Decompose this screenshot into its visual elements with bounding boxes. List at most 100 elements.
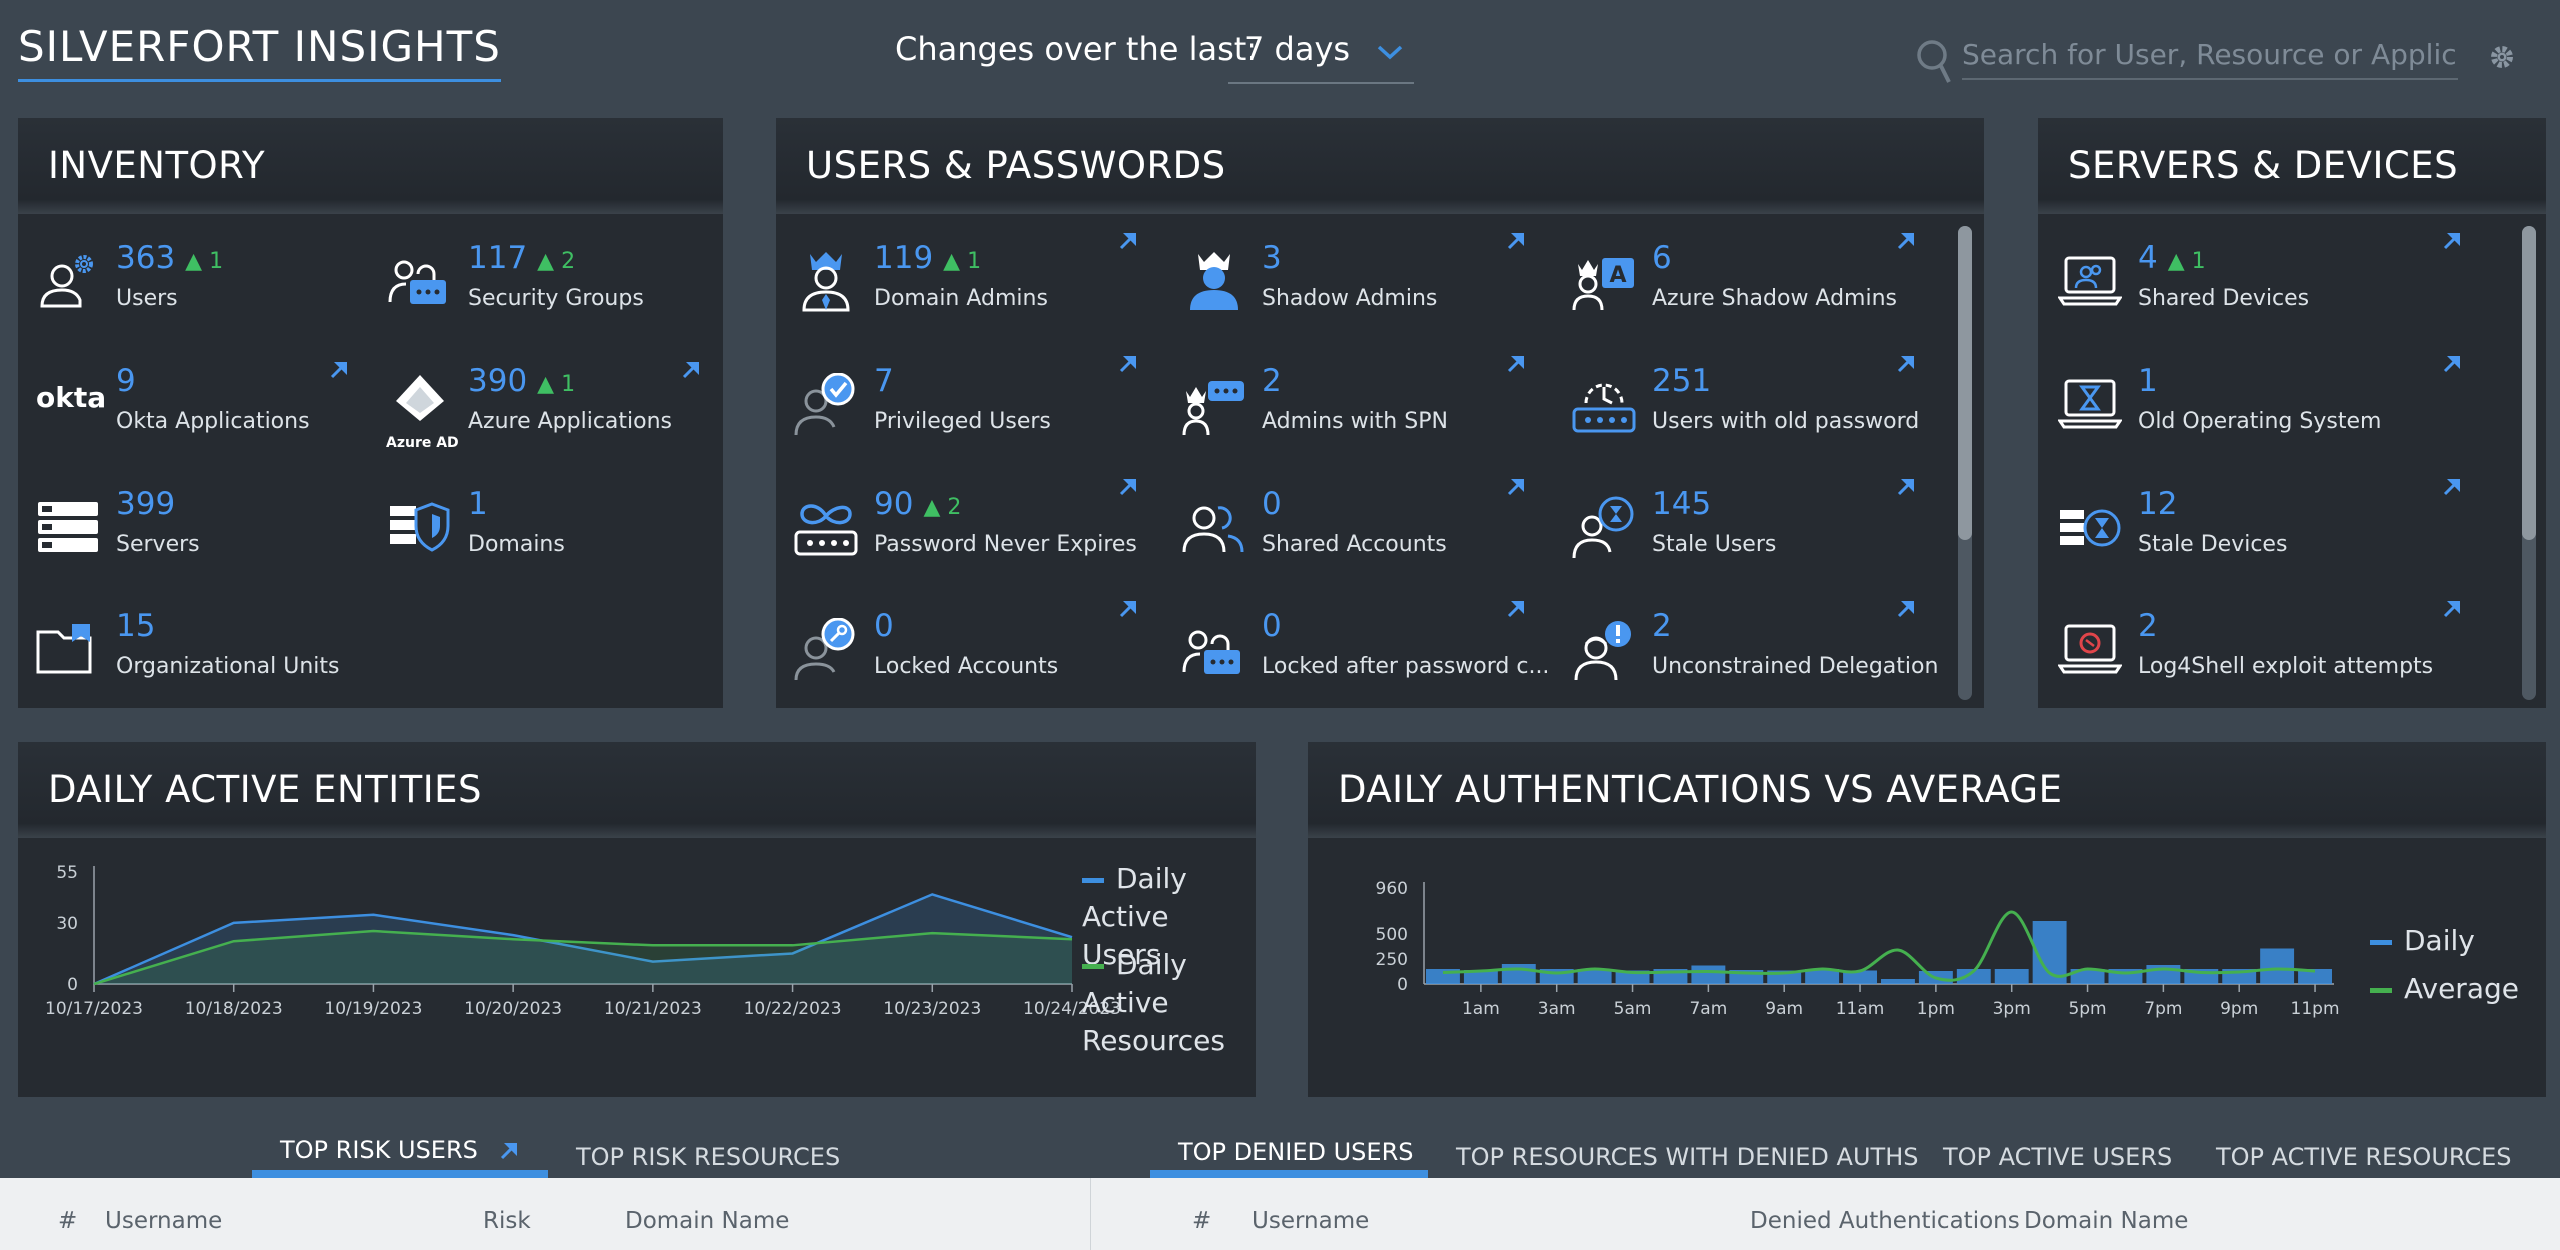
tile-users-with-old-password[interactable]: 251 Users with old password bbox=[1572, 356, 1919, 473]
tile-label: Locked after password c... bbox=[1262, 654, 1550, 679]
tab-top-active-resources[interactable]: TOP ACTIVE RESOURCES bbox=[2216, 1143, 2512, 1181]
tab-top-risk-users[interactable]: TOP RISK USERS bbox=[280, 1136, 518, 1174]
tile-value: 251 bbox=[1652, 363, 1712, 399]
expand-arrow-icon[interactable] bbox=[1897, 355, 1915, 373]
expand-arrow-icon[interactable] bbox=[1507, 355, 1525, 373]
search-input[interactable] bbox=[1962, 30, 2458, 80]
tab-top-risk-resources[interactable]: TOP RISK RESOURCES bbox=[576, 1143, 840, 1181]
tile-domains[interactable]: 1 Domains bbox=[388, 486, 718, 596]
expand-arrow-icon[interactable] bbox=[1507, 600, 1525, 618]
tile-password-never-expires[interactable]: 90 ▲ 2 Password Never Expires bbox=[794, 479, 1137, 596]
column-header-risk[interactable]: Risk bbox=[483, 1208, 531, 1234]
tile-servers[interactable]: 399 Servers bbox=[36, 486, 366, 596]
x-tick-label: 9am bbox=[1765, 999, 1803, 1019]
tile-azure-applications[interactable]: Azure AD 390 ▲ 1 Azure Applications bbox=[386, 361, 718, 473]
column-header-denied-authentications[interactable]: Denied Authentications bbox=[1750, 1208, 2020, 1234]
tile-locked-accounts[interactable]: 0 Locked Accounts bbox=[794, 601, 1136, 718]
azure-ad-logo-text: Azure AD bbox=[386, 435, 459, 451]
stale-user-icon bbox=[1572, 496, 1634, 559]
expand-arrow-icon[interactable] bbox=[1897, 600, 1915, 618]
tile-okta-applications[interactable]: okta 9 Okta Applications bbox=[36, 361, 366, 473]
expand-arrow-icon[interactable] bbox=[330, 361, 348, 379]
column-header-domain-name[interactable]: Domain Name bbox=[2024, 1208, 2188, 1234]
tile-label: Shared Devices bbox=[2138, 286, 2310, 311]
x-tick-label: 10/22/2023 bbox=[744, 999, 842, 1019]
tile-security-groups[interactable]: 117 ▲ 2 Security Groups bbox=[388, 240, 718, 350]
tile-organizational-units[interactable]: 15 Organizational Units bbox=[36, 608, 366, 718]
tile-label: Domain Admins bbox=[874, 286, 1048, 311]
tile-privileged-users[interactable]: 7 Privileged Users bbox=[794, 356, 1136, 473]
tile-unconstrained-delegation[interactable]: 2 Unconstrained Delegation bbox=[1572, 601, 1938, 718]
column-header-username[interactable]: Username bbox=[1252, 1208, 1369, 1234]
x-tick-label: 10/19/2023 bbox=[324, 999, 422, 1019]
expand-arrow-icon[interactable] bbox=[1507, 478, 1525, 496]
search-icon[interactable] bbox=[1915, 38, 1955, 86]
tile-value: 1 bbox=[2138, 363, 2158, 399]
tile-label: Azure Shadow Admins bbox=[1652, 286, 1898, 311]
tile-label: Password Never Expires bbox=[874, 532, 1137, 557]
azure-shadow-admin-icon: A bbox=[1572, 258, 1634, 311]
panel-scrollbar[interactable] bbox=[2522, 226, 2536, 700]
tile-label: Servers bbox=[116, 532, 200, 557]
expand-arrow-icon[interactable] bbox=[2443, 355, 2461, 373]
expand-arrow-icon[interactable] bbox=[2443, 478, 2461, 496]
x-tick-label: 11am bbox=[1836, 999, 1885, 1019]
y-tick-label: 30 bbox=[56, 914, 78, 934]
tile-label: Okta Applications bbox=[116, 409, 310, 434]
expand-arrow-icon[interactable] bbox=[682, 361, 700, 379]
expand-arrow-icon[interactable] bbox=[2443, 232, 2461, 250]
privileged-user-icon bbox=[794, 373, 855, 436]
column-header-number[interactable]: # bbox=[1192, 1208, 1211, 1234]
tile-value: 145 bbox=[1652, 486, 1712, 522]
tile-value: 4 bbox=[2138, 240, 2158, 276]
expand-arrow-icon[interactable] bbox=[1897, 478, 1915, 496]
expand-arrow-icon[interactable] bbox=[1119, 232, 1137, 250]
tile-shared-devices[interactable]: 4 ▲ 1 Shared Devices bbox=[2058, 233, 2460, 350]
expand-arrow-icon[interactable] bbox=[1119, 478, 1137, 496]
expand-arrow-icon[interactable] bbox=[500, 1142, 518, 1160]
panel-scrollbar[interactable] bbox=[1958, 226, 1972, 700]
x-tick-label: 1pm bbox=[1917, 999, 1955, 1019]
settings-gear-icon[interactable] bbox=[2487, 42, 2517, 72]
tile-shadow-admins[interactable]: 3 Shadow Admins bbox=[1182, 233, 1524, 350]
expand-arrow-icon[interactable] bbox=[1897, 232, 1915, 250]
tile-value: 2 bbox=[1262, 363, 1282, 399]
tile-azure-shadow-admins[interactable]: A 6 Azure Shadow Admins bbox=[1572, 233, 1914, 350]
column-header-number[interactable]: # bbox=[58, 1208, 77, 1234]
changes-label: Changes over the last: bbox=[895, 30, 1258, 68]
period-select[interactable]: 7 days bbox=[1228, 22, 1414, 84]
tile-stale-devices[interactable]: 12 Stale Devices bbox=[2058, 479, 2460, 596]
tile-users[interactable]: 363 ▲ 1 Users bbox=[36, 240, 366, 350]
azure-ad-logo-icon bbox=[396, 375, 444, 421]
tile-shared-accounts[interactable]: 0 Shared Accounts bbox=[1182, 479, 1524, 596]
daily-active-title: DAILY ACTIVE ENTITIES bbox=[18, 742, 1256, 838]
old-os-icon bbox=[2058, 379, 2122, 429]
scrollbar-thumb[interactable] bbox=[1958, 226, 1972, 540]
expand-arrow-icon[interactable] bbox=[1507, 232, 1525, 250]
tile-value: 9 bbox=[116, 363, 136, 399]
expand-arrow-icon[interactable] bbox=[2443, 600, 2461, 618]
tile-locked-after-password-change[interactable]: 0 Locked after password c... bbox=[1182, 601, 1549, 718]
scrollbar-thumb[interactable] bbox=[2522, 226, 2536, 540]
tile-old-operating-system[interactable]: 1 Old Operating System bbox=[2058, 356, 2460, 473]
tile-log4shell-exploit-attempts[interactable]: 2 Log4Shell exploit attempts bbox=[2058, 601, 2460, 718]
log4shell-icon bbox=[2058, 624, 2122, 674]
delta-up: ▲ 1 bbox=[943, 249, 982, 274]
expand-arrow-icon[interactable] bbox=[1119, 355, 1137, 373]
tile-admins-with-spn[interactable]: 2 Admins with SPN bbox=[1182, 356, 1524, 473]
tile-label: Shared Accounts bbox=[1262, 532, 1447, 557]
tab-top-resources-denied-auths[interactable]: TOP RESOURCES WITH DENIED AUTHS bbox=[1456, 1143, 1918, 1181]
column-header-username[interactable]: Username bbox=[105, 1208, 222, 1234]
tile-stale-users[interactable]: 145 Stale Users bbox=[1572, 479, 1914, 596]
users-passwords-panel: USERS & PASSWORDS 119 ▲ 1 Domain Admins 3… bbox=[776, 118, 1984, 708]
tables-area: # Username Risk Domain Name # Username D… bbox=[0, 1178, 2560, 1250]
tile-label: Locked Accounts bbox=[874, 654, 1059, 679]
expand-arrow-icon[interactable] bbox=[1119, 600, 1137, 618]
tile-value: 119 bbox=[874, 240, 934, 276]
tile-domain-admins[interactable]: 119 ▲ 1 Domain Admins bbox=[794, 233, 1136, 350]
column-header-domain-name[interactable]: Domain Name bbox=[625, 1208, 789, 1234]
bar-daily bbox=[2260, 948, 2295, 984]
y-tick-label: 250 bbox=[1376, 950, 1408, 970]
tile-label: Users with old password bbox=[1652, 409, 1920, 434]
tab-top-active-users[interactable]: TOP ACTIVE USERS bbox=[1943, 1143, 2172, 1181]
